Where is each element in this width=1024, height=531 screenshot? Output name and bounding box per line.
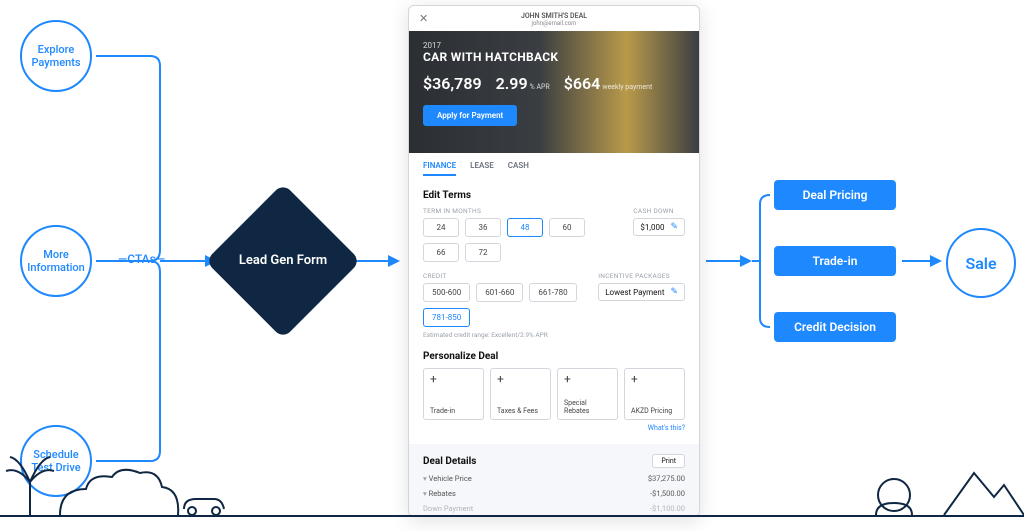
deal-details-section: Deal Details Print ▾ Vehicle Price$37,27… [409,444,699,517]
pill-trade-in: Trade-in [774,246,896,276]
weekly-value: $664 [564,74,601,93]
scenery-left [0,427,240,517]
personalize-section: Personalize Deal +Trade-in +Taxes & Fees… [409,339,699,432]
vehicle-title: CAR WITH HATCHBACK [423,50,685,64]
tab-finance[interactable]: FINANCE [423,161,456,170]
term-options: 24 36 48 60 66 72 [423,218,623,262]
tab-cash[interactable]: CASH [508,161,529,170]
credit-label: CREDIT [423,272,588,280]
sale-node: Sale [946,228,1016,298]
deal-details-heading: Deal Details [423,456,476,467]
scenery-right [854,437,1024,517]
credit-chip[interactable]: 781-850 [423,308,470,327]
whats-this-link[interactable]: What's this? [423,424,685,432]
detail-row: ▾ Rebates-$1,500.00 [423,489,685,498]
pill-deal-pricing: Deal Pricing [774,180,896,210]
cta-label: More Information [27,248,85,274]
term-label: TERM IN MONTHS [423,207,623,215]
credit-chip[interactable]: 661-780 [529,283,576,302]
plus-icon: + [497,373,544,385]
credit-chip[interactable]: 601-660 [476,283,523,302]
edit-terms-heading: Edit Terms [423,190,685,201]
sale-label: Sale [965,254,996,273]
term-chip[interactable]: 60 [549,218,585,237]
lead-gen-label: Lead Gen Form [239,253,327,269]
vehicle-year: 2017 [423,41,685,50]
plus-icon: + [564,373,611,385]
vehicle-hero: 2017 CAR WITH HATCHBACK $36,789 2.99% AP… [409,31,699,153]
cashdown-label: CASH DOWN [633,207,685,215]
ctas-label: —CTAs— [118,252,165,266]
lead-gen-form-node: Lead Gen Form [228,206,338,316]
deal-app-mock: ✕ JOHN SMITH'S DEAL john@email.com 2017 … [408,5,700,517]
pill-credit-decision: Credit Decision [774,312,896,342]
personalize-card-rebates[interactable]: +Special Rebates [557,368,618,420]
credit-footnote: Estimated credit range: Excellent/2.9% A… [423,331,685,339]
incentive-select[interactable]: Lowest Payment ✎ [598,283,685,301]
cta-label: Explore Payments [28,43,84,69]
payment-tabs: FINANCE LEASE CASH [409,153,699,178]
close-icon[interactable]: ✕ [419,12,428,25]
detail-row: Down Payment-$1,100.00 [423,504,685,513]
term-chip[interactable]: 36 [465,218,501,237]
incentive-label: INCENTIVE PACKAGES [598,272,685,280]
plus-icon: + [631,373,678,385]
personalize-card-akzd[interactable]: +AKZD Pricing [624,368,685,420]
tab-lease[interactable]: LEASE [470,161,494,170]
edit-terms-section: Edit Terms TERM IN MONTHS 24 36 48 60 66… [409,178,699,339]
plus-icon: + [430,373,477,385]
weekly-suffix: weekly payment [602,83,652,91]
personalize-card-tradein[interactable]: +Trade-in [423,368,484,420]
credit-chip[interactable]: 500-600 [423,283,470,302]
deal-email: john@email.com [419,20,689,27]
apr-value: 2.99 [496,74,528,93]
credit-options: 500-600 601-660 661-780 781-850 [423,283,588,327]
cashdown-value: $1,000 [640,223,664,232]
apr-suffix: % APR [530,83,550,91]
cta-more-information[interactable]: More Information [20,225,92,297]
pencil-icon[interactable]: ✎ [670,287,678,297]
vehicle-price: $36,789 [423,74,482,93]
personalize-card-taxes[interactable]: +Taxes & Fees [490,368,551,420]
apply-for-payment-button[interactable]: Apply for Payment [423,105,517,126]
cashdown-input[interactable]: $1,000 ✎ [633,218,685,236]
deal-owner: JOHN SMITH'S DEAL [419,12,689,20]
term-chip[interactable]: 72 [465,243,501,262]
cta-explore-payments[interactable]: Explore Payments [20,20,92,92]
detail-row: ▾ Vehicle Price$37,275.00 [423,474,685,483]
term-chip[interactable]: 48 [507,218,543,237]
term-chip[interactable]: 66 [423,243,459,262]
app-header: ✕ JOHN SMITH'S DEAL john@email.com [409,6,699,31]
incentive-value: Lowest Payment [605,288,664,297]
term-chip[interactable]: 24 [423,218,459,237]
print-button[interactable]: Print [652,454,685,468]
pencil-icon[interactable]: ✎ [670,222,678,232]
personalize-heading: Personalize Deal [423,351,685,362]
